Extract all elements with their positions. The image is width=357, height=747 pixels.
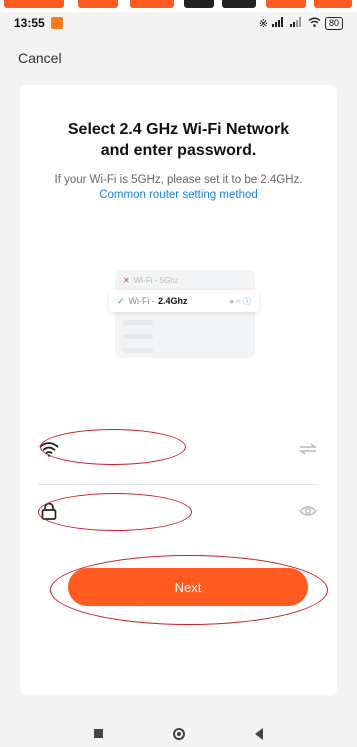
annotation-ellipse-wifi: [40, 429, 186, 465]
top-banner: [0, 0, 357, 12]
home-icon[interactable]: [173, 727, 185, 740]
wifi-24g-row: ✓ Wi-Fi - 2.4Ghz ● ≈ ⓘ: [109, 290, 259, 312]
annotation-ellipse-next: [50, 555, 328, 625]
status-time: 13:55: [14, 16, 45, 30]
signal-icon-2: [289, 16, 304, 30]
cross-icon: ✕: [123, 276, 130, 285]
wifi-row-icons: ● ≈ ⓘ: [229, 296, 251, 306]
battery-icon: 80: [324, 16, 343, 30]
eye-icon[interactable]: [297, 500, 319, 522]
router-setting-link[interactable]: Common router setting method: [99, 189, 258, 201]
app-notification-icon: [50, 17, 63, 29]
wifi-band-illustration: ✕ Wi-Fi - 5Ghz ✓ Wi-Fi - 2.4Ghz ● ≈ ⓘ: [109, 270, 259, 360]
switch-network-icon[interactable]: [297, 438, 319, 460]
annotation-ellipse-password: [38, 493, 192, 531]
page-subtitle: If your Wi-Fi is 5GHz, please set it to …: [54, 174, 303, 201]
back-icon[interactable]: [255, 727, 263, 740]
wifi-5g-row: ✕ Wi-Fi - 5Ghz: [123, 276, 179, 285]
wifi-status-icon: [308, 17, 321, 30]
bluetooth-icon: ※: [258, 17, 268, 30]
system-nav-bar: [0, 720, 357, 747]
status-bar: 13:55 ※ 80: [0, 12, 357, 34]
info-icon: ⓘ: [243, 296, 251, 306]
divider: [38, 484, 319, 485]
page-title: Select 2.4 GHz Wi-Fi Network and enter p…: [67, 121, 290, 159]
cancel-button[interactable]: Cancel: [18, 50, 62, 66]
check-icon: ✓: [117, 295, 125, 306]
signal-icon: [271, 16, 286, 30]
recents-icon[interactable]: [94, 729, 103, 738]
